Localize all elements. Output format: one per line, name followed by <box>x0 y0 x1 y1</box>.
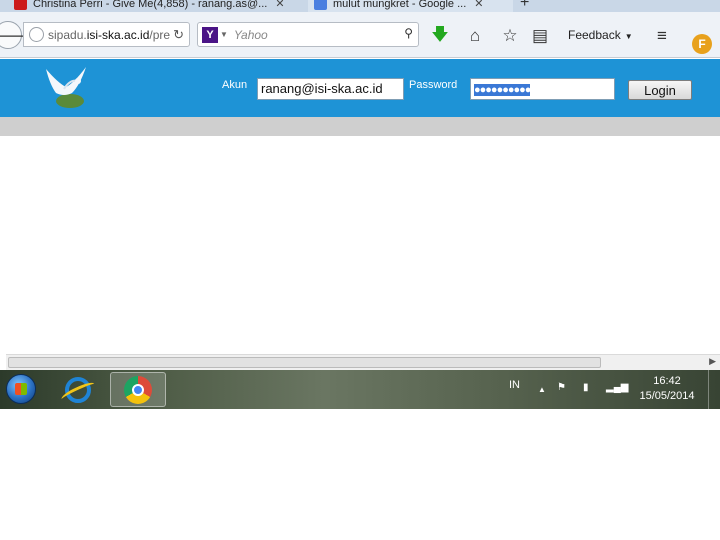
tab-label: mulut mungkret - Google ... <box>333 0 467 10</box>
youtube-icon <box>14 0 27 10</box>
password-label: Password <box>409 79 458 91</box>
taskbar-ie[interactable] <box>50 372 106 407</box>
close-icon[interactable]: ✕ <box>275 0 284 10</box>
windows-icon <box>15 383 27 395</box>
clock-date: 15/05/2014 <box>639 390 695 402</box>
feedback-label: Feedback <box>568 28 621 42</box>
internet-explorer-icon <box>65 376 91 403</box>
download-icon[interactable]: 🡇 <box>430 25 450 46</box>
taskbar: IN ▲ ⚑ ▮ ▂▄▆ 16:42 15/05/2014 <box>0 370 720 409</box>
battery-icon[interactable]: ▮ <box>583 382 589 393</box>
horizontal-scrollbar[interactable]: ▶ <box>6 354 720 370</box>
globe-icon <box>29 27 44 42</box>
home-icon[interactable]: ⌂ <box>465 26 485 46</box>
language-indicator[interactable]: IN <box>509 379 520 391</box>
scrollbar-thumb[interactable] <box>8 357 601 368</box>
tab-label: Christina Perri - Give Me(4,858) - ranan… <box>33 0 268 10</box>
navigation-bar: 🡐 sipadu. isi-ska.ac.id/pre ↻ Y ▼ Yahoo ⚲… <box>0 12 720 58</box>
scroll-right-icon[interactable]: ▶ <box>709 356 716 367</box>
network-signal-icon[interactable]: ▂▄▆ <box>606 382 628 393</box>
reload-icon[interactable]: ↻ <box>173 27 184 43</box>
addon-icon[interactable]: F <box>692 34 712 54</box>
chrome-icon <box>124 375 152 404</box>
clock-time: 16:42 <box>653 375 681 387</box>
url-suffix: /pre <box>149 27 171 42</box>
bird-logo-icon <box>46 67 86 108</box>
action-center-icon[interactable]: ⚑ <box>557 382 566 393</box>
login-button[interactable]: Login <box>628 80 692 100</box>
yahoo-icon[interactable]: Y <box>202 26 218 43</box>
reading-list-icon[interactable]: ▤ <box>530 26 550 46</box>
google-icon <box>314 0 327 10</box>
feedback-button[interactable]: Feedback ▼ <box>568 28 633 42</box>
star-icon[interactable]: ☆ <box>500 26 520 46</box>
screen: Christina Perri - Give Me(4,858) - ranan… <box>0 0 720 540</box>
search-bar[interactable]: Y ▼ Yahoo ⚲ <box>197 22 419 47</box>
header-strip <box>0 117 720 136</box>
back-button[interactable]: 🡐 <box>0 21 28 49</box>
tab-strip: Christina Perri - Give Me(4,858) - ranan… <box>0 0 720 12</box>
taskbar-chrome[interactable] <box>110 372 166 407</box>
show-desktop-button[interactable] <box>708 370 720 409</box>
menu-icon[interactable]: ≡ <box>652 26 672 46</box>
tray-expand-icon[interactable]: ▲ <box>538 385 546 394</box>
url-bar[interactable]: sipadu. isi-ska.ac.id/pre ↻ <box>23 22 190 47</box>
password-field[interactable]: ●●●●●●●●●● <box>470 78 615 100</box>
search-icon[interactable]: ⚲ <box>404 26 413 40</box>
url-domain: isi-ska.ac.id <box>86 27 150 42</box>
chevron-down-icon: ▼ <box>624 32 633 41</box>
close-icon[interactable]: ✕ <box>474 0 483 10</box>
site-header: Akun ranang@isi-ska.ac.id Password ●●●●●… <box>0 59 720 117</box>
new-tab-button[interactable]: + <box>520 0 529 12</box>
chevron-down-icon[interactable]: ▼ <box>220 30 228 39</box>
tab-youtube[interactable]: Christina Perri - Give Me(4,858) - ranan… <box>0 0 300 12</box>
url-prefix: sipadu. <box>48 27 87 42</box>
tab-google[interactable]: mulut mungkret - Google ... ✕ <box>308 0 513 12</box>
search-input[interactable]: Yahoo <box>234 28 268 42</box>
clock[interactable]: 16:42 15/05/2014 <box>630 374 704 404</box>
password-mask: ●●●●●●●●●● <box>474 84 531 96</box>
akun-field[interactable]: ranang@isi-ska.ac.id <box>257 78 404 100</box>
start-button[interactable] <box>6 374 36 404</box>
akun-label: Akun <box>222 79 248 91</box>
